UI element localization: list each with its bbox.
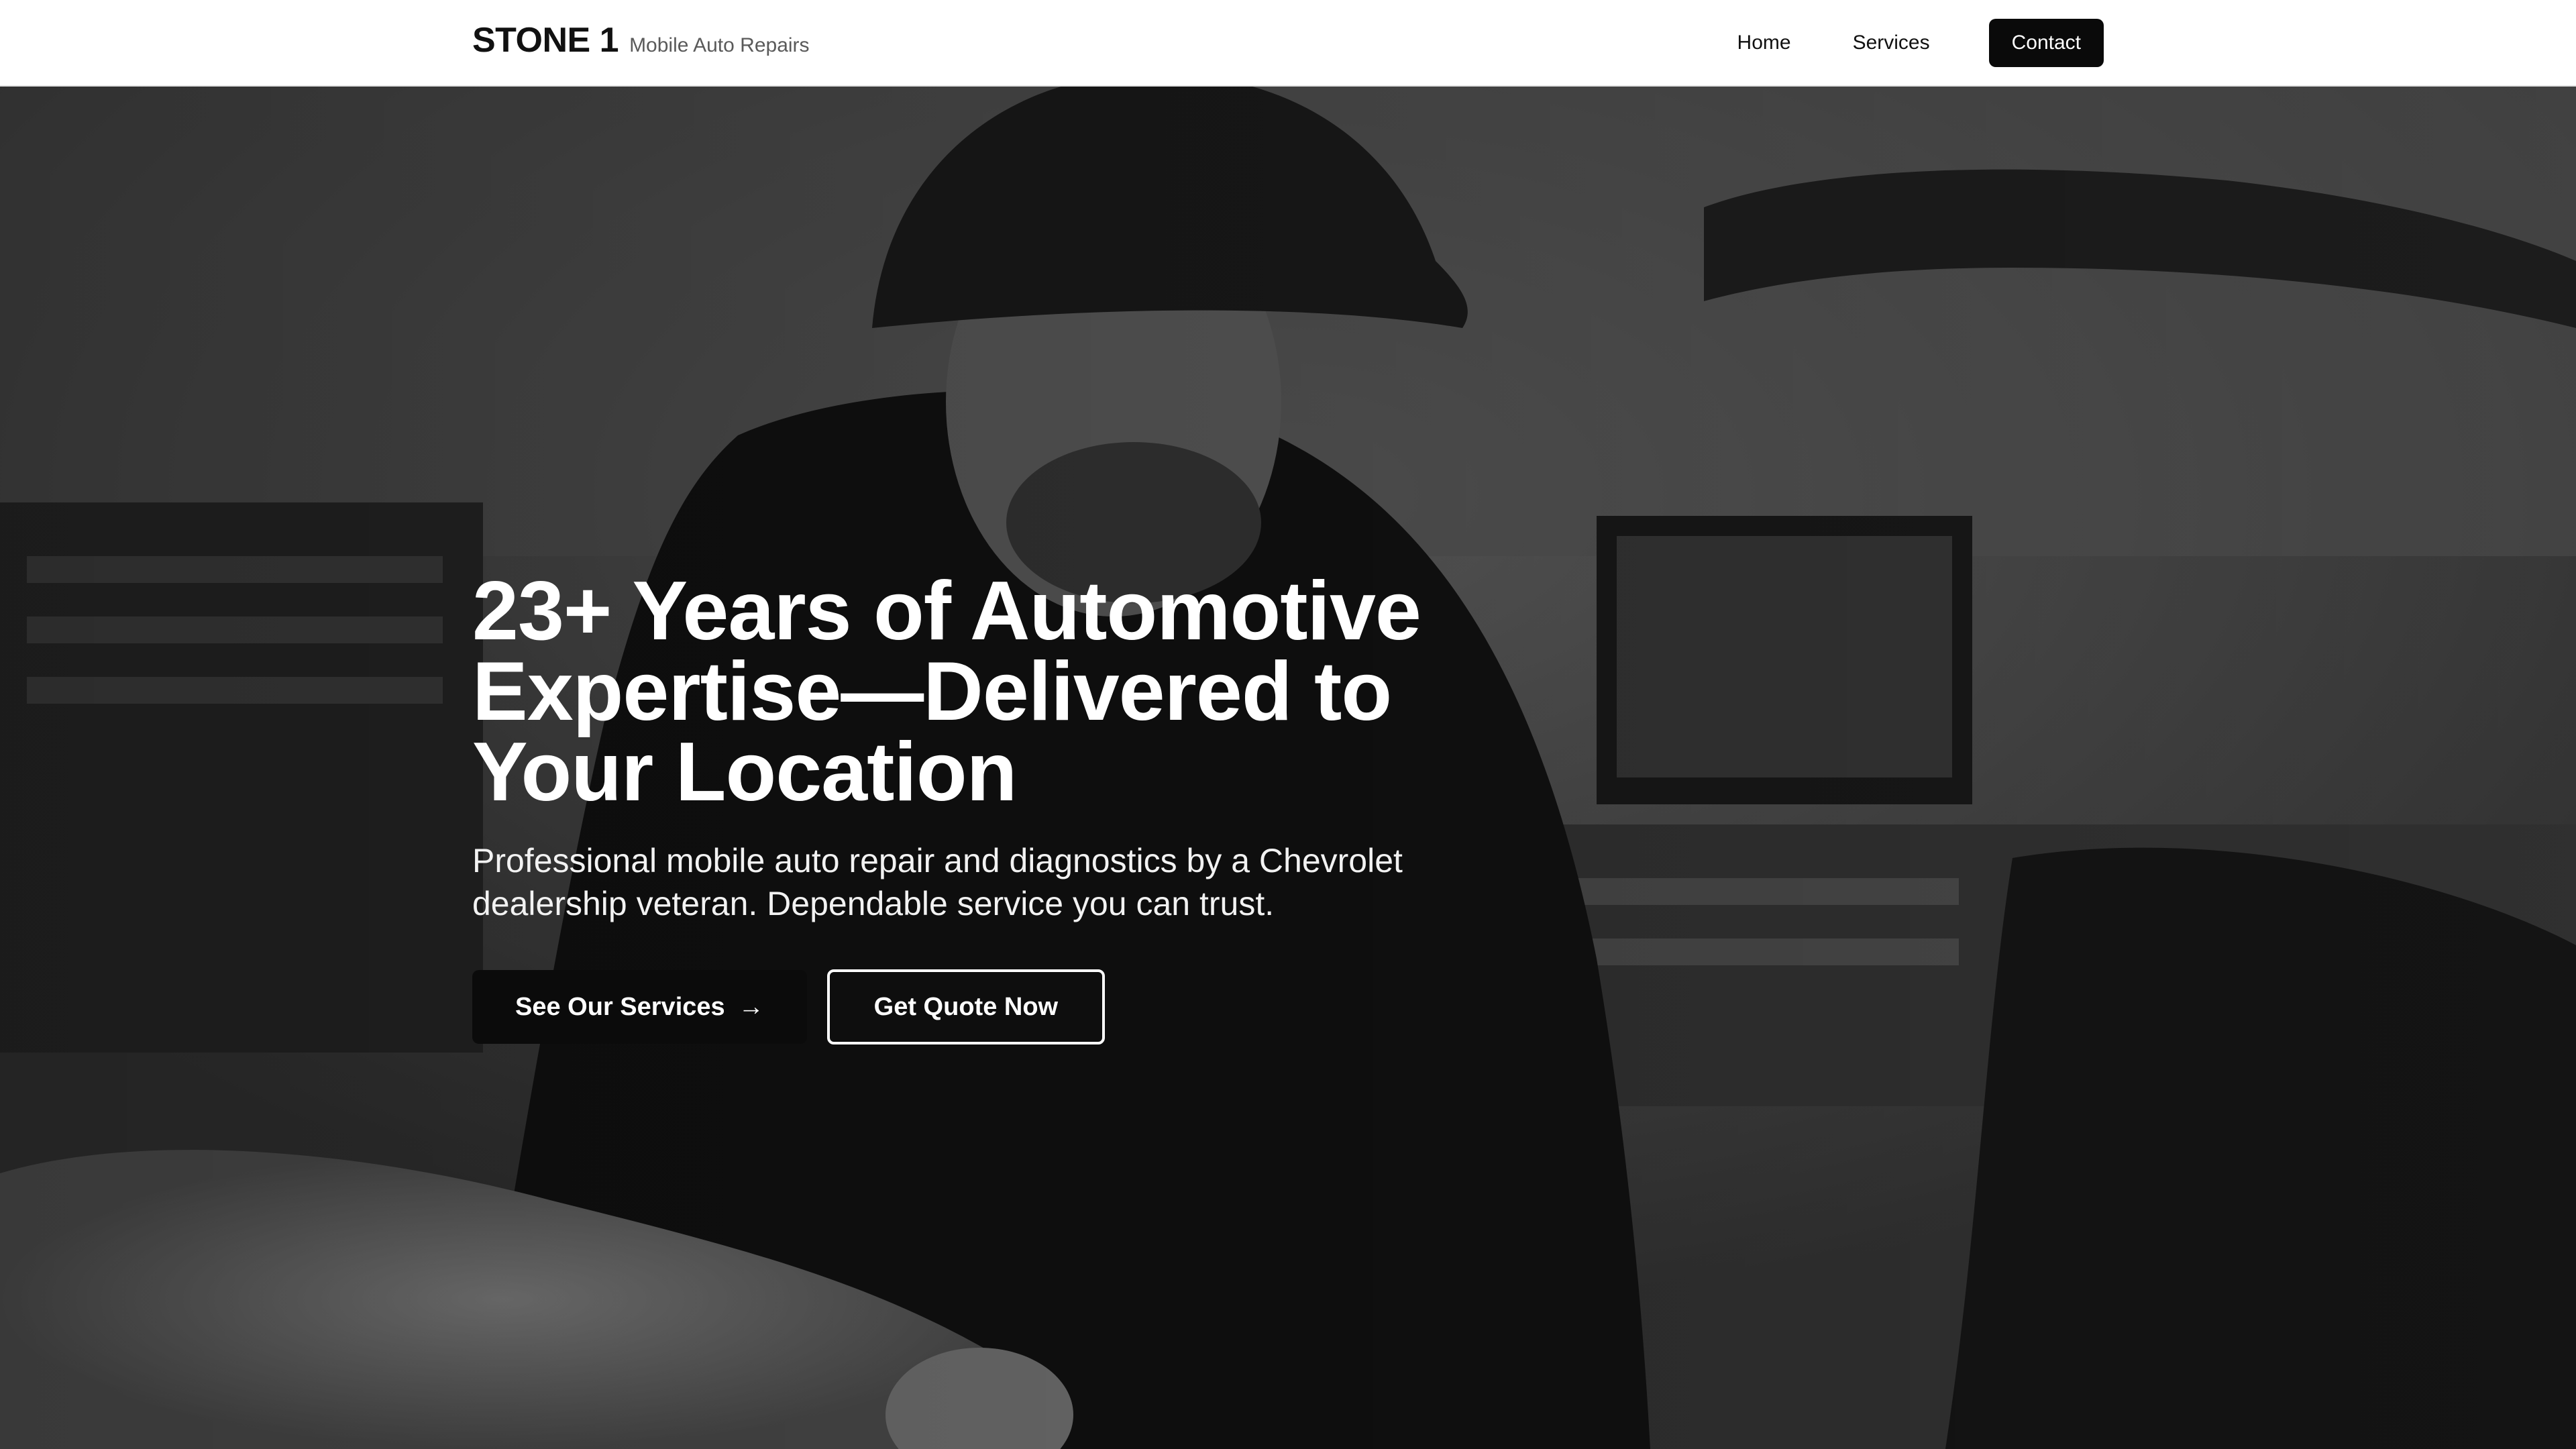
get-quote-now-label: Get Quote Now xyxy=(873,992,1059,1021)
see-our-services-button[interactable]: See Our Services → xyxy=(472,970,807,1044)
site-header: STONE 1 Mobile Auto Repairs Home Service… xyxy=(0,0,2576,87)
get-quote-now-button[interactable]: Get Quote Now xyxy=(826,969,1106,1044)
nav-home-link[interactable]: Home xyxy=(1707,19,1822,67)
hero-actions: See Our Services → Get Quote Now xyxy=(472,969,1519,1044)
brand-tagline: Mobile Auto Repairs xyxy=(629,34,810,56)
hero-title: 23+ Years of Automotive Expertise—Delive… xyxy=(472,565,1421,818)
hero-section: 23+ Years of Automotive Expertise—Delive… xyxy=(0,87,2576,1449)
hero-subtitle: Professional mobile auto repair and diag… xyxy=(472,842,1403,922)
main-nav: Home Services Contact xyxy=(1707,19,2104,67)
nav-services-link[interactable]: Services xyxy=(1822,19,1961,67)
brand-name[interactable]: STONE 1 xyxy=(472,20,619,60)
hero-content: 23+ Years of Automotive Expertise—Delive… xyxy=(472,565,1519,1044)
brand[interactable]: STONE 1 Mobile Auto Repairs xyxy=(472,20,810,60)
see-our-services-label: See Our Services xyxy=(515,992,725,1021)
nav-contact-button[interactable]: Contact xyxy=(1988,19,2104,67)
arrow-right-icon: → xyxy=(738,993,764,1021)
